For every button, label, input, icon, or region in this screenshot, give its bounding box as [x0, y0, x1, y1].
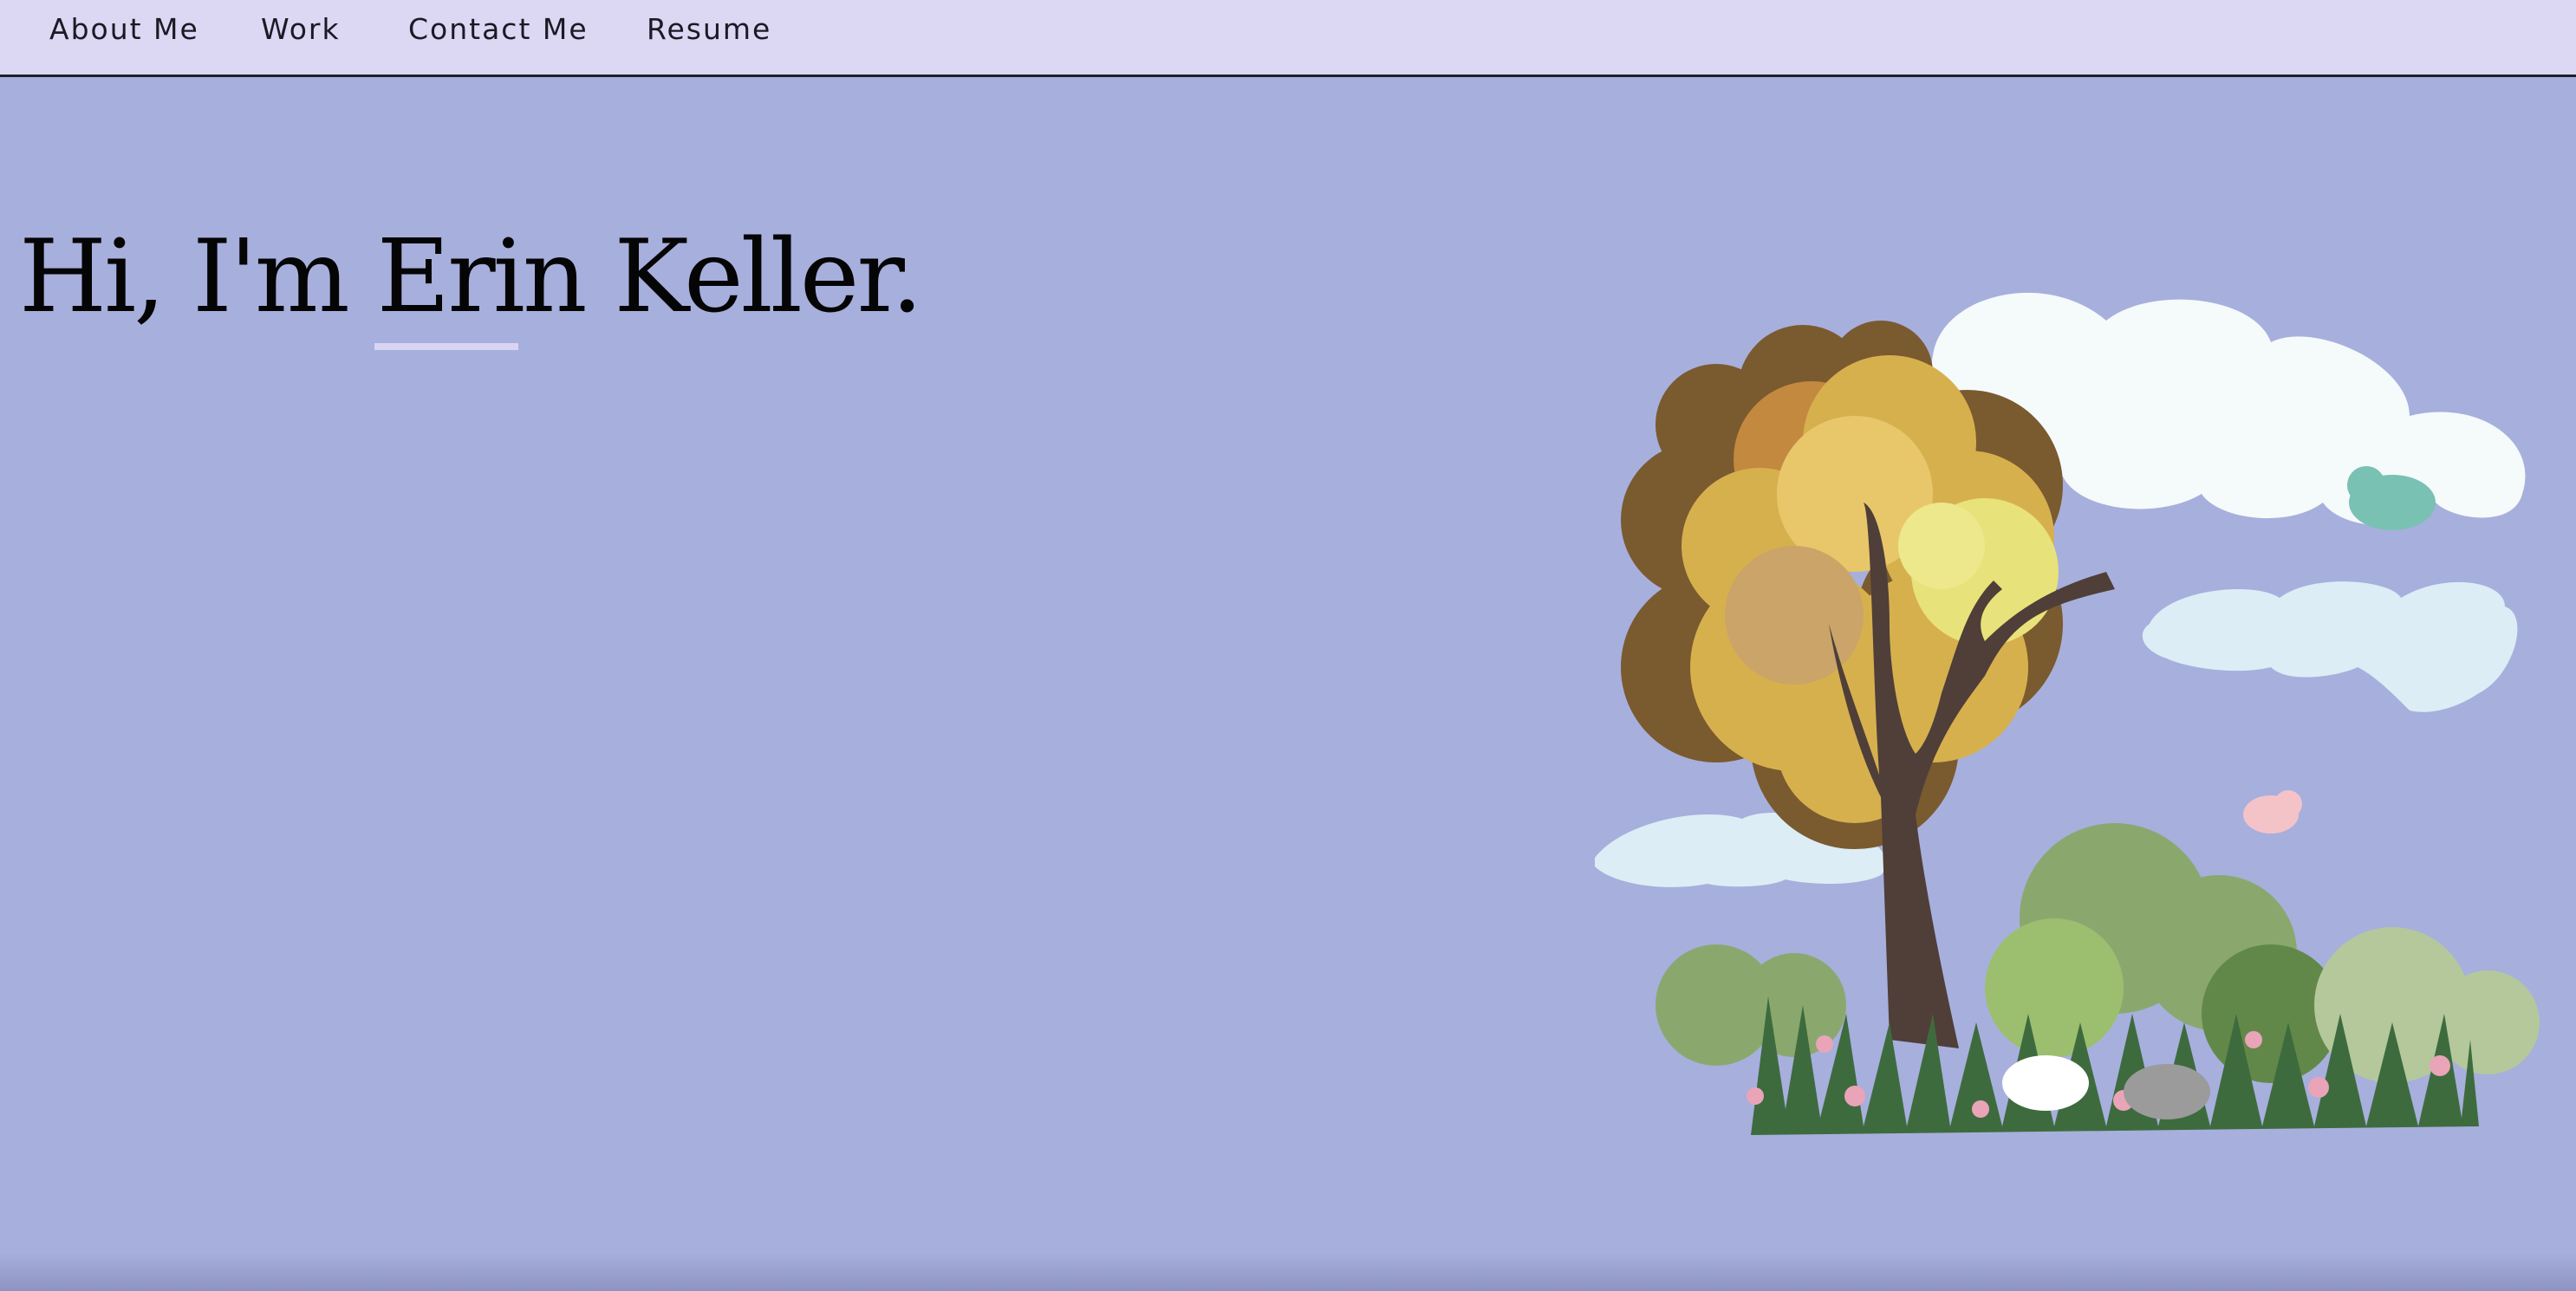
- tree-scene-illustration: [1595, 292, 2540, 1135]
- hero-title: Hi, I'm Erin Keller.: [19, 218, 923, 335]
- bottom-shadow: [0, 1252, 2576, 1291]
- bird-icon: [2243, 790, 2302, 834]
- top-navbar: About Me Work Contact Me Resume: [0, 0, 2576, 77]
- nav-link-contact-me[interactable]: Contact Me: [408, 12, 589, 46]
- nav-link-work[interactable]: Work: [261, 12, 341, 46]
- cloud-icon: [2142, 581, 2518, 712]
- nav-link-about-me[interactable]: About Me: [49, 12, 199, 46]
- nav-link-resume[interactable]: Resume: [647, 12, 771, 46]
- name-underline: [374, 343, 518, 350]
